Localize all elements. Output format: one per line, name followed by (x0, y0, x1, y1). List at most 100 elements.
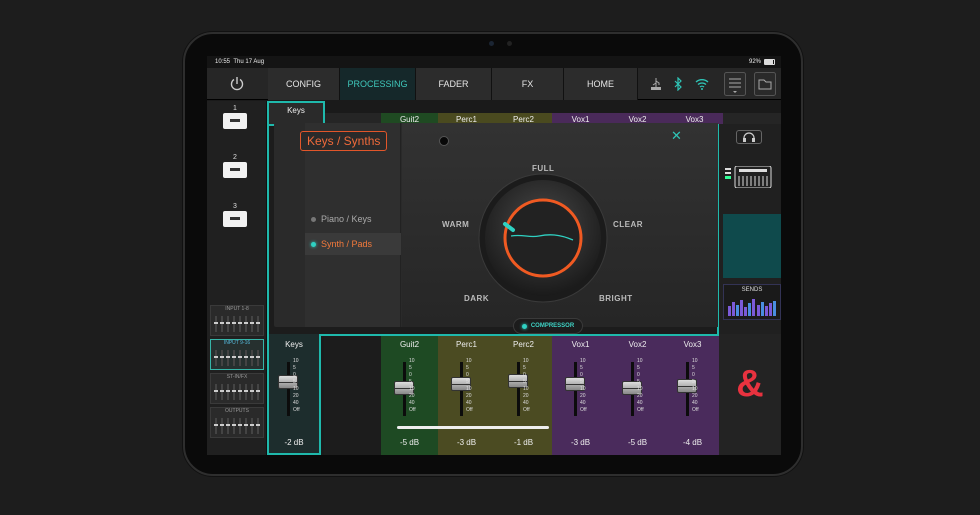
scale-mark: 10 (523, 358, 529, 364)
fader-db-readout: -3 dB (456, 438, 477, 447)
bank-input-9-16[interactable]: INPUT 9-16 (210, 339, 264, 370)
scale-mark: 0 (409, 372, 412, 378)
scale-mark: 20 (692, 393, 698, 399)
scene-button-1[interactable]: 1 (223, 105, 247, 129)
channel-color-block (723, 214, 781, 278)
preset-item-piano-keys[interactable]: Piano / Keys (305, 208, 401, 230)
scale-mark: 5 (692, 379, 695, 385)
scale-mark: Off (523, 407, 530, 413)
scale-mark: 10 (466, 386, 472, 392)
fader-name: Perc1 (456, 340, 477, 349)
scale-mark: 5 (409, 365, 412, 371)
fader-db-readout: -3 dB (570, 438, 591, 447)
scale-mark: 5 (293, 379, 296, 385)
scale-mark: 20 (580, 393, 586, 399)
scale-mark: 0 (466, 372, 469, 378)
bluetooth-icon (669, 68, 687, 100)
compressor-led (521, 323, 527, 329)
preset-item-synth-pads[interactable]: Synth / Pads (305, 233, 401, 255)
home-indicator[interactable] (397, 426, 549, 429)
scale-mark: 0 (293, 372, 296, 378)
scale-mark: 40 (409, 400, 415, 406)
bank-st-in-fx[interactable]: ST-IN/FX (210, 373, 264, 404)
fader-channel: Keys 10 5 0 5 10 20 40 Off -2 dB (267, 336, 321, 455)
sends-bar (736, 305, 740, 316)
scale-mark: 10 (466, 358, 472, 364)
tab-config[interactable]: CONFIG (268, 68, 340, 100)
tone-dial[interactable] (477, 172, 609, 304)
battery-percent: 92% (748, 59, 761, 65)
sends-bar (748, 303, 752, 316)
bank-input-1-8[interactable]: INPUT 1-8 (210, 305, 264, 336)
app-screen: 10:55 Thu 17 Aug 92% CONFIG PROCESSING F… (207, 56, 781, 455)
scale-mark: 0 (637, 372, 640, 378)
scale-mark: 20 (293, 393, 299, 399)
fader-channel: Vox3 10 5 0 5 10 20 40 Off -4 dB (666, 336, 719, 455)
sends-bar (768, 303, 772, 316)
power-icon[interactable] (207, 68, 267, 100)
fader-name: Keys (285, 340, 303, 349)
compressor-toggle[interactable]: COMPRESSOR (513, 318, 583, 334)
fader-db-readout: -4 dB (682, 438, 703, 447)
scene-sidebar: 1 2 3 INPUT 1-8 INPUT 9-16 ST-IN/FX OUTP… (207, 101, 267, 455)
fader-track (287, 362, 290, 416)
scale-mark: Off (637, 407, 644, 413)
scale-mark: 10 (293, 358, 299, 364)
headphones-icon[interactable] (736, 130, 762, 144)
scale-mark: 5 (409, 379, 412, 385)
sends-bar (764, 306, 768, 316)
tab-fx[interactable]: FX (492, 68, 564, 100)
usb-icon (647, 68, 665, 100)
scale-mark: 10 (409, 358, 415, 364)
tab-processing[interactable]: PROCESSING (340, 68, 416, 100)
scale-mark: 10 (692, 386, 698, 392)
sends-meter[interactable]: SENDS (723, 284, 781, 320)
fader-db-readout: -5 dB (627, 438, 648, 447)
preset-category-title[interactable]: Keys / Synths (300, 131, 388, 151)
wifi-icon (693, 68, 711, 100)
scale-mark: 5 (466, 379, 469, 385)
sends-bar (752, 298, 756, 316)
scale-mark: 40 (466, 400, 472, 406)
scale-mark: 5 (637, 365, 640, 371)
sends-bar (744, 307, 748, 316)
sends-bar (740, 299, 744, 316)
bank-outputs[interactable]: OUTPUTS (210, 407, 264, 438)
input-gain-knob[interactable] (439, 136, 449, 146)
sends-bar (728, 306, 731, 316)
scale-mark: 5 (580, 365, 583, 371)
scene-button-3[interactable]: 3 (223, 203, 247, 227)
scale-mark: 10 (637, 358, 643, 364)
menu-icon[interactable] (723, 68, 747, 100)
scale-mark: 5 (293, 365, 296, 371)
scale-mark: 10 (637, 386, 643, 392)
scale-mark: 0 (580, 372, 583, 378)
scale-mark: Off (580, 407, 587, 413)
close-icon[interactable]: ✕ (671, 128, 682, 144)
tab-home[interactable]: HOME (564, 68, 638, 100)
scale-mark: 5 (692, 365, 695, 371)
tablet-frame: 10:55 Thu 17 Aug 92% CONFIG PROCESSING F… (183, 32, 803, 476)
dial-label-clear: CLEAR (613, 220, 644, 229)
scale-mark: Off (466, 407, 473, 413)
scale-mark: 10 (293, 386, 299, 392)
folder-icon[interactable] (753, 68, 777, 100)
scene-button-2[interactable]: 2 (223, 154, 247, 178)
sends-bar (772, 300, 776, 316)
scale-mark: 0 (523, 372, 526, 378)
front-camera (489, 41, 494, 46)
scale-mark: Off (409, 407, 416, 413)
fader-name: Vox2 (628, 340, 647, 349)
scale-mark: 40 (637, 400, 643, 406)
fader-name: Perc2 (513, 340, 534, 349)
sends-bar (760, 301, 764, 316)
fader-channel: Perc1 10 5 0 5 10 20 40 Off -3 dB (438, 336, 495, 455)
scale-mark: Off (293, 407, 300, 413)
scale-mark: 5 (523, 365, 526, 371)
tab-fader[interactable]: FADER (416, 68, 492, 100)
fader-channel: Vox1 10 5 0 5 10 20 40 Off -3 dB (552, 336, 609, 455)
scale-mark: 5 (637, 379, 640, 385)
sends-bar (756, 305, 760, 316)
fader-channel: Perc2 10 5 0 5 10 20 40 Off -1 dB (495, 336, 552, 455)
scale-mark: 40 (293, 400, 299, 406)
